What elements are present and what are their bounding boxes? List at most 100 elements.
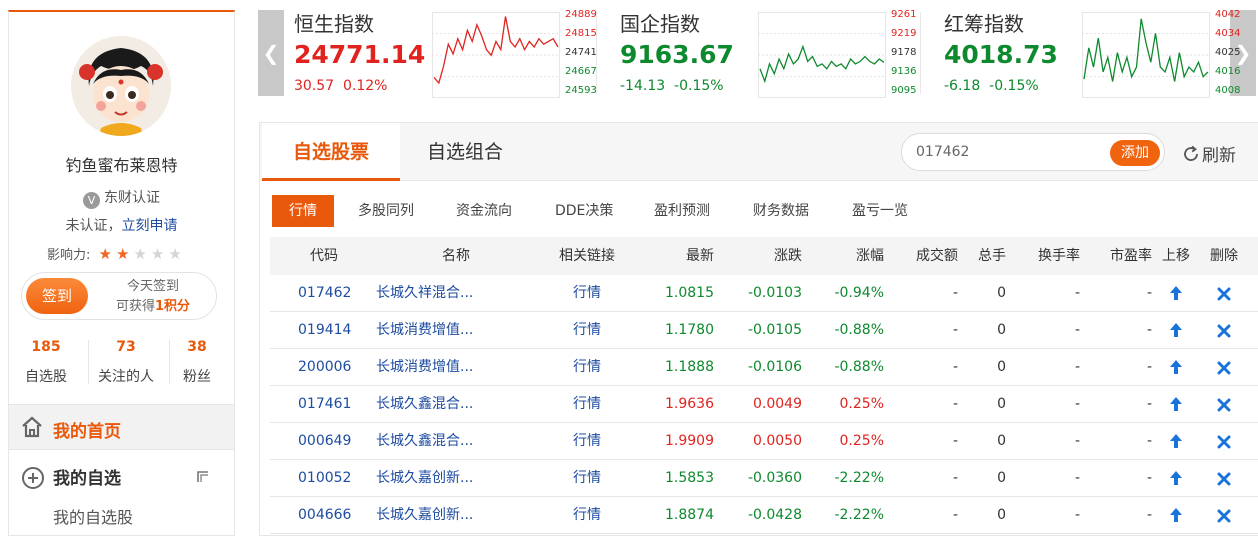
cell-code[interactable]: 010052	[298, 460, 351, 497]
col-pct[interactable]: 涨幅	[834, 237, 884, 275]
col-change[interactable]: 涨跌	[752, 237, 802, 275]
cell-quote-link[interactable]: 行情	[552, 386, 622, 423]
cell-amount: -	[952, 433, 958, 449]
cell-quote-link[interactable]: 行情	[552, 349, 622, 386]
tab-my-portfolios[interactable]: 自选组合	[410, 123, 520, 181]
col-last[interactable]: 最新	[664, 237, 714, 275]
add-button[interactable]: 添加	[1110, 140, 1160, 166]
signin-button[interactable]: 签到	[26, 278, 88, 314]
apply-link[interactable]: 立刻申请	[122, 218, 178, 234]
arrow-up-icon[interactable]	[1156, 497, 1196, 534]
cell-name[interactable]: 长城消费增值...	[376, 312, 516, 349]
table-row: 200006 长城消费增值... 行情 1.1888 -0.0106 -0.88% - 0 - -	[270, 349, 1258, 386]
axis-tick-label: 9095	[891, 85, 917, 96]
col-links: 相关链接	[559, 248, 615, 264]
stat-number: 73	[116, 339, 136, 355]
stat-fans[interactable]: 38 粉丝	[160, 338, 234, 386]
cell-code[interactable]: 200006	[298, 349, 351, 386]
stat-following[interactable]: 73 关注的人	[89, 338, 163, 386]
nav-my-watchlist[interactable]: 我的自选	[9, 460, 234, 496]
table-row: 010052 长城久嘉创新... 行情 1.5853 -0.0360 -2.22% - 0 - -	[270, 460, 1258, 497]
cell-turnover: -	[1074, 285, 1080, 301]
close-icon[interactable]	[1204, 312, 1244, 349]
search-input[interactable]	[916, 142, 1096, 162]
index-change-value: -6.18	[944, 78, 981, 94]
cell-last: 1.8874	[665, 507, 714, 523]
subtab-multi-stock[interactable]: 多股同列	[358, 195, 414, 227]
col-delete: 删除	[1210, 248, 1238, 264]
chevron-left-icon[interactable]: ❮	[258, 10, 284, 96]
col-code[interactable]: 代码	[298, 237, 350, 275]
cell-name[interactable]: 长城久鑫混合...	[376, 423, 516, 460]
subtab-financials[interactable]: 财务数据	[753, 195, 809, 227]
cell-change: 0.0049	[753, 396, 802, 412]
avatar[interactable]	[71, 36, 171, 136]
cell-name[interactable]: 长城久鑫混合...	[376, 386, 516, 423]
index-name: 红筹指数	[944, 12, 1024, 36]
cell-quote-link[interactable]: 行情	[552, 497, 622, 534]
nav-my-stocks[interactable]: 我的自选股	[53, 504, 133, 528]
cell-quote-link[interactable]: 行情	[552, 312, 622, 349]
home-icon	[22, 416, 42, 438]
col-pe[interactable]: 市盈率	[1096, 237, 1152, 275]
cell-code[interactable]: 000649	[298, 423, 351, 460]
cell-change: -0.0105	[747, 322, 802, 338]
index-axis: 24889 24815 24741 24667 24593	[565, 10, 605, 98]
tab-my-stocks[interactable]: 自选股票	[262, 123, 400, 181]
axis-tick-label: 24741	[565, 47, 597, 58]
table-row: 004666 长城久嘉创新... 行情 1.8874 -0.0428 -2.22% - 0 - -	[270, 497, 1258, 534]
close-icon[interactable]	[1204, 423, 1244, 460]
subtab-quotes[interactable]: 行情	[272, 195, 334, 227]
index-card-redchip[interactable]: 红筹指数 4018.73 -6.18 -0.15% 4042 4034 4025 40…	[944, 8, 1258, 100]
subtab-dde[interactable]: DDE决策	[555, 195, 613, 227]
cell-code[interactable]: 004666	[298, 497, 351, 534]
cell-quote-link[interactable]: 行情	[552, 275, 622, 312]
col-name[interactable]: 名称	[430, 237, 482, 275]
nav-my-home[interactable]: 我的首页	[9, 404, 234, 450]
arrow-up-icon[interactable]	[1156, 275, 1196, 312]
col-volume[interactable]: 总手	[960, 237, 1006, 275]
cell-name[interactable]: 长城久嘉创新...	[376, 460, 516, 497]
table-row: 019414 长城消费增值... 行情 1.1780 -0.0105 -0.88% - 0 - -	[270, 312, 1258, 349]
plus-circle-icon	[22, 467, 44, 489]
refresh-button[interactable]: 刷新	[1182, 141, 1236, 168]
cell-quote-link[interactable]: 行情	[552, 460, 622, 497]
close-icon[interactable]	[1204, 275, 1244, 312]
close-icon[interactable]	[1204, 497, 1244, 534]
col-amount[interactable]: 成交额	[902, 237, 958, 275]
username[interactable]: 钓鱼蜜布莱恩特	[9, 152, 234, 176]
arrow-up-icon[interactable]	[1156, 460, 1196, 497]
close-icon[interactable]	[1204, 386, 1244, 423]
cell-pct: 0.25%	[839, 433, 884, 449]
arrow-up-icon[interactable]	[1156, 349, 1196, 386]
arrow-up-icon[interactable]	[1156, 386, 1196, 423]
subtab-earnings-forecast[interactable]: 盈利预测	[654, 195, 710, 227]
cell-change: -0.0106	[747, 359, 802, 375]
subtab-pnl-overview[interactable]: 盈亏一览	[852, 195, 908, 227]
close-icon[interactable]	[1204, 349, 1244, 386]
corner-icon[interactable]	[197, 471, 209, 483]
index-card-hscei[interactable]: 国企指数 9163.67 -14.13 -0.15% 9261 9219 9178 9…	[620, 8, 940, 100]
cell-pct: 0.25%	[839, 396, 884, 412]
subtab-capital-flow[interactable]: 资金流向	[456, 195, 512, 227]
index-change-value: -14.13	[620, 78, 666, 94]
cell-code[interactable]: 017461	[298, 386, 351, 423]
arrow-up-icon[interactable]	[1156, 423, 1196, 460]
cell-name[interactable]: 长城久嘉创新...	[376, 497, 516, 534]
cell-name[interactable]: 长城久祥混合...	[376, 275, 516, 312]
influence-label: 影响力:	[47, 248, 91, 263]
col-turnover[interactable]: 换手率	[1022, 237, 1080, 275]
cell-name[interactable]: 长城消费增值...	[376, 349, 516, 386]
refresh-icon	[1182, 145, 1202, 168]
index-card-hsi[interactable]: 恒生指数 24771.14 30.57 0.12% 24889 24815 2474…	[294, 8, 614, 100]
cell-pe: -	[1146, 507, 1152, 523]
cell-volume: 0	[997, 359, 1006, 375]
arrow-up-icon[interactable]	[1156, 312, 1196, 349]
table-header: 代码 名称 相关链接 最新 涨跌 涨幅 成交额 总手 换手率 市盈率 上移 删除	[270, 237, 1258, 275]
stat-stocks[interactable]: 185 自选股	[9, 338, 83, 386]
avatar-illustration	[71, 36, 171, 136]
cell-quote-link[interactable]: 行情	[552, 423, 622, 460]
cell-code[interactable]: 019414	[298, 312, 351, 349]
cell-code[interactable]: 017462	[298, 275, 351, 312]
close-icon[interactable]	[1204, 460, 1244, 497]
